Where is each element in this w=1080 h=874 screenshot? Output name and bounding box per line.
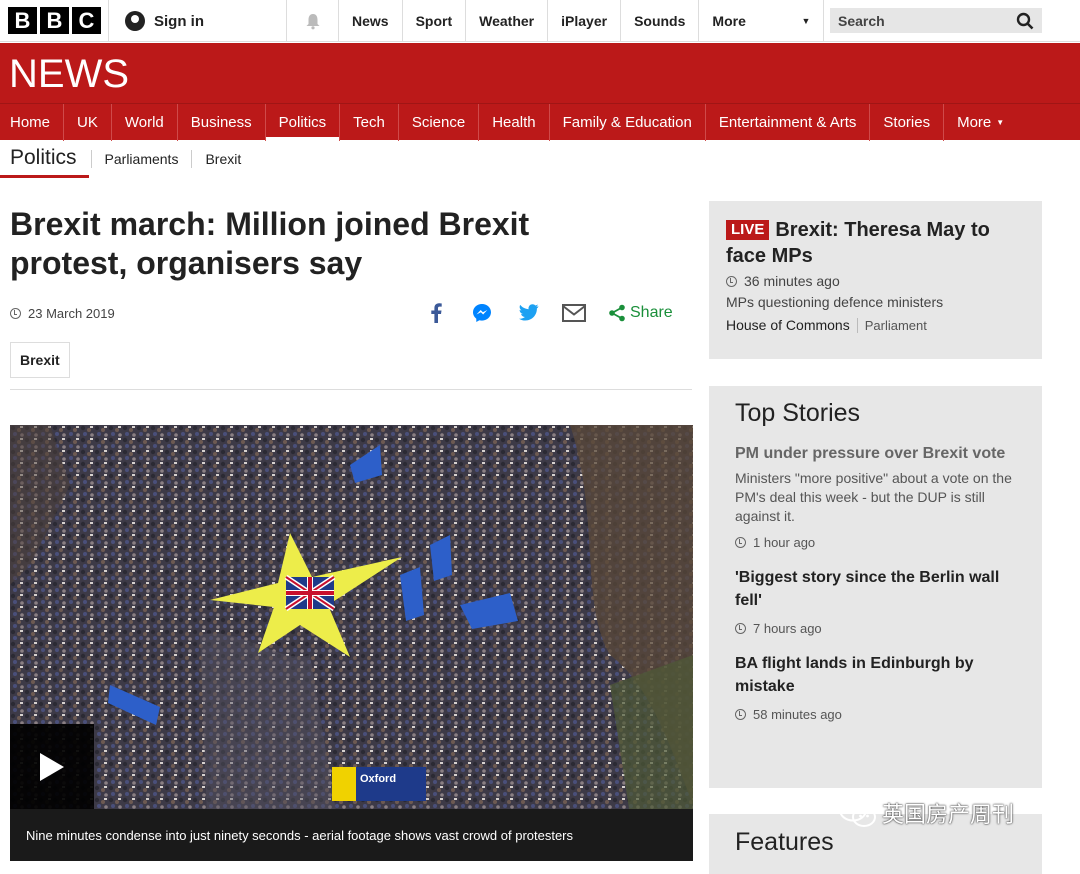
live-time-text: 36 minutes ago [744, 273, 840, 289]
logo-letter-b1: B [8, 7, 37, 34]
news-banner: NEWS [0, 43, 1080, 103]
secnav-world[interactable]: World [112, 103, 178, 141]
top-nav: News Sport Weather iPlayer Sounds More ▼ [338, 0, 825, 42]
secnav-politics[interactable]: Politics [265, 103, 341, 141]
facebook-share-button[interactable] [424, 301, 448, 325]
play-icon [40, 752, 64, 781]
secnav-health[interactable]: Health [479, 103, 550, 141]
search-icon [1016, 12, 1034, 29]
section-nav: Home UK World Business Politics Tech Sci… [0, 103, 1080, 141]
secnav-family-education[interactable]: Family & Education [550, 103, 706, 141]
share-icon [609, 304, 625, 322]
sign-in-button[interactable]: Sign in [108, 0, 286, 42]
watermark-text: 英国房产周刊 [882, 803, 1015, 828]
caret-down-icon: ▼ [801, 16, 811, 26]
story-title[interactable]: BA flight lands in Edinburgh by mistake [735, 652, 1016, 698]
story-time-text: 58 minutes ago [753, 707, 842, 722]
facebook-icon [431, 303, 442, 323]
caret-down-icon: ▼ [996, 117, 1005, 127]
sub-nav: Politics Parliaments Brexit [0, 140, 1080, 178]
twitter-icon [518, 304, 538, 321]
divider [10, 389, 692, 390]
mail-icon [562, 304, 586, 322]
watermark: 英国房产周刊 [838, 797, 1014, 829]
clock-icon [735, 623, 746, 634]
story-title[interactable]: 'Biggest story since the Berlin wall fel… [735, 566, 1016, 612]
bell-icon [306, 14, 319, 30]
article-date-text: 23 March 2019 [28, 306, 115, 321]
top-bar: B B C Sign in News Sport Weather iPlayer… [0, 0, 1080, 42]
clock-icon [10, 308, 21, 319]
topnav-sport[interactable]: Sport [401, 0, 466, 42]
sign-in-label: Sign in [154, 12, 204, 30]
top-stories-title: Top Stories [735, 399, 861, 427]
topnav-iplayer[interactable]: iPlayer [547, 0, 620, 42]
share-button[interactable]: Share [608, 301, 673, 325]
list-item[interactable]: 'Biggest story since the Berlin wall fel… [735, 566, 1016, 636]
svg-text:Oxford: Oxford [360, 773, 396, 785]
logo-letter-c: C [72, 7, 101, 34]
notifications-button[interactable] [286, 0, 338, 42]
story-time-text: 7 hours ago [753, 621, 822, 636]
list-item[interactable]: BA flight lands in Edinburgh by mistake … [735, 652, 1016, 722]
topnav-weather[interactable]: Weather [465, 0, 547, 42]
topnav-sounds[interactable]: Sounds [620, 0, 698, 42]
topnav-more-label: More [712, 13, 746, 29]
live-source[interactable]: House of Commons [726, 317, 850, 333]
secnav-tech[interactable]: Tech [340, 103, 399, 141]
messenger-share-button[interactable] [470, 301, 494, 325]
secnav-more[interactable]: More ▼ [944, 104, 1017, 141]
top-stories-panel: Top Stories PM under pressure over Brexi… [709, 386, 1042, 788]
secnav-business[interactable]: Business [178, 103, 266, 141]
user-icon [125, 11, 145, 31]
secnav-entertainment-arts[interactable]: Entertainment & Arts [706, 103, 871, 141]
secnav-science[interactable]: Science [399, 103, 480, 141]
live-meta: House of Commons Parliament [726, 317, 1025, 333]
article-headline: Brexit march: Million joined Brexit prot… [10, 206, 530, 281]
secnav-stories[interactable]: Stories [870, 103, 945, 141]
features-title: Features [735, 828, 834, 856]
article-video[interactable]: Oxford Nine minutes condense into just n… [10, 425, 693, 861]
media-caption: Nine minutes condense into just ninety s… [10, 809, 693, 861]
article-date: 23 March 2019 [10, 306, 115, 321]
live-title[interactable]: LIVE Brexit: Theresa May to face MPs [726, 217, 1025, 269]
subnav-politics[interactable]: Politics [0, 140, 89, 178]
clock-icon [726, 275, 737, 287]
play-button[interactable] [10, 724, 94, 809]
search-input[interactable]: Search [830, 8, 1042, 33]
wechat-icon [839, 798, 876, 827]
live-badge: LIVE [726, 220, 770, 240]
tag-brexit[interactable]: Brexit [10, 342, 70, 378]
live-summary: MPs questioning defence ministers [726, 294, 944, 310]
story-title[interactable]: PM under pressure over Brexit vote [735, 442, 1016, 465]
clock-icon [735, 537, 746, 548]
story-time: 58 minutes ago [735, 707, 1016, 722]
messenger-icon [473, 304, 491, 322]
story-summary: Ministers "more positive" about a vote o… [735, 470, 1012, 524]
story-time: 1 hour ago [735, 535, 1016, 550]
secnav-uk[interactable]: UK [64, 103, 112, 141]
bbc-logo[interactable]: B B C [8, 7, 101, 34]
story-time-text: 1 hour ago [753, 535, 816, 550]
topnav-more[interactable]: More ▼ [698, 0, 825, 42]
email-share-button[interactable] [562, 301, 586, 325]
clock-icon [735, 709, 746, 720]
secnav-home[interactable]: Home [0, 103, 65, 141]
twitter-share-button[interactable] [516, 301, 540, 325]
live-panel[interactable]: LIVE Brexit: Theresa May to face MPs 36 m… [709, 201, 1042, 359]
secnav-more-label: More [957, 113, 992, 131]
news-title[interactable]: NEWS [9, 52, 129, 97]
crowd-image: Oxford [10, 425, 693, 861]
share-label: Share [630, 304, 673, 321]
list-item[interactable]: PM under pressure over Brexit vote Minis… [735, 442, 1016, 550]
logo-letter-b2: B [40, 7, 69, 34]
live-source-section[interactable]: Parliament [856, 317, 927, 333]
story-time: 7 hours ago [735, 621, 1016, 636]
live-time: 36 minutes ago [726, 273, 1025, 289]
subnav-parliaments[interactable]: Parliaments [90, 150, 192, 168]
share-tools: Share [424, 301, 673, 325]
subnav-brexit[interactable]: Brexit [191, 150, 254, 168]
search-label: Search [838, 12, 885, 29]
topnav-news[interactable]: News [338, 0, 402, 42]
